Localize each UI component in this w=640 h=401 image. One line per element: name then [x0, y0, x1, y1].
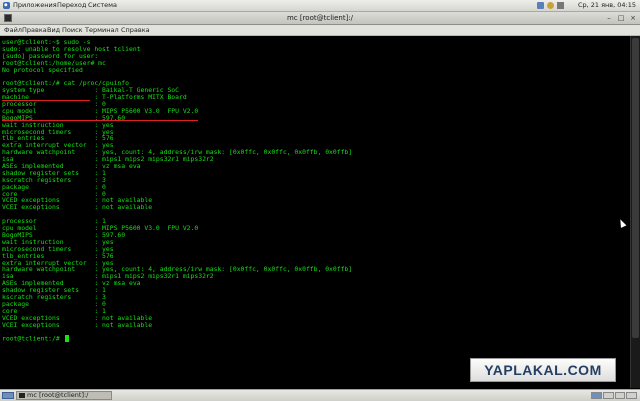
top-panel: Приложения Переход Система Ср, 21 янв, 0…	[0, 0, 640, 12]
show-desktop-icon[interactable]	[2, 392, 14, 399]
terminal-menubar: Файл Правка Вид Поиск Терминал Справка	[0, 25, 640, 36]
highlight-underline-cpu-model	[2, 120, 198, 121]
workspace-2[interactable]	[602, 392, 614, 399]
minimize-icon[interactable]: –	[604, 13, 614, 23]
clock[interactable]: Ср, 21 янв, 04:15	[578, 0, 636, 11]
workspace-1[interactable]	[591, 392, 602, 399]
terminal-lines: user@tclient:~$ sudo -s sudo: unable to r…	[2, 39, 352, 342]
terminal-line: root@tclient:/#	[2, 335, 352, 342]
menu-applications[interactable]: Приложения	[13, 0, 57, 11]
volume-icon[interactable]	[547, 2, 554, 9]
menu-help[interactable]: Справка	[121, 25, 150, 35]
scrollbar-thumb[interactable]	[632, 38, 639, 338]
menu-file[interactable]: Файл	[4, 25, 22, 35]
terminal-line: VCEI exceptions : not available	[2, 203, 153, 212]
watermark: YAPLAKAL.COM	[470, 358, 616, 382]
window-titlebar[interactable]: mc [root@tclient]:/ – □ ×	[0, 12, 640, 25]
battery-icon[interactable]	[557, 2, 564, 9]
bottom-panel: mc [root@tclient]:/	[0, 389, 640, 401]
highlight-underline-system-type	[2, 100, 90, 101]
menu-search[interactable]: Поиск	[62, 25, 83, 35]
terminal-line: VCEI exceptions : not available	[2, 320, 153, 329]
taskbar-window-label: mc [root@tclient]:/	[27, 391, 89, 399]
terminal-scrollbar[interactable]	[630, 36, 640, 388]
terminal-window: mc [root@tclient]:/ – □ × Файл Правка Ви…	[0, 12, 640, 388]
workspace-3[interactable]	[614, 392, 626, 399]
menu-terminal[interactable]: Терминал	[85, 25, 119, 35]
maximize-icon[interactable]: □	[616, 13, 626, 23]
terminal-cursor	[64, 335, 69, 342]
close-icon[interactable]: ×	[628, 13, 638, 23]
workspace-4[interactable]	[626, 392, 637, 399]
taskbar-window-button[interactable]: mc [root@tclient]:/	[16, 391, 112, 400]
menu-system[interactable]: Система	[88, 0, 117, 11]
applications-icon[interactable]	[3, 2, 10, 9]
terminal-icon	[19, 393, 25, 398]
menu-view[interactable]: Вид	[47, 25, 60, 35]
menu-edit[interactable]: Правка	[22, 25, 47, 35]
window-title: mc [root@tclient]:/	[286, 14, 354, 22]
workspace-switcher[interactable]	[591, 392, 637, 399]
terminal-line: No protocol specified	[2, 65, 83, 74]
terminal-output[interactable]: user@tclient:~$ sudo -s sudo: unable to r…	[0, 36, 630, 388]
menu-places[interactable]: Переход	[57, 0, 86, 11]
network-icon[interactable]	[537, 2, 544, 9]
